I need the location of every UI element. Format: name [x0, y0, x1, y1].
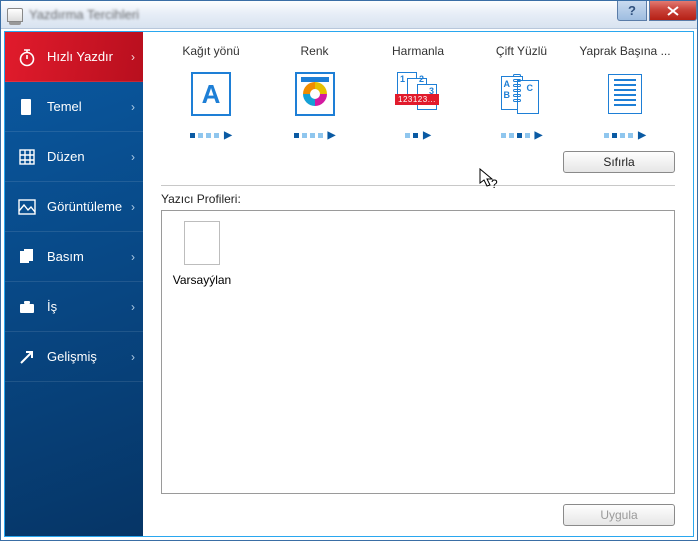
- option-pages-per-sheet[interactable]: Yaprak Başına ... ▶: [577, 44, 673, 141]
- titlebar[interactable]: Yazdırma Tercihleri ?: [1, 1, 697, 29]
- chevron-right-icon: ›: [131, 150, 135, 164]
- profile-item-default[interactable]: Varsayýlan: [172, 221, 232, 287]
- sidebar-item-basic[interactable]: Temel ›: [5, 82, 143, 132]
- reset-button[interactable]: Sıfırla: [563, 151, 675, 173]
- sidebar-item-advanced[interactable]: Gelişmiş ›: [5, 332, 143, 382]
- image-icon: [17, 197, 37, 217]
- sidebar-item-imaging[interactable]: Görüntüleme ›: [5, 182, 143, 232]
- orientation-icon: A: [163, 68, 259, 120]
- option-indicator: ▶: [474, 130, 570, 141]
- option-label: Renk: [267, 44, 363, 58]
- duplex-icon: A B C: [474, 68, 570, 120]
- sidebar: Hızlı Yazdır › Temel › Düzen ›: [5, 32, 143, 536]
- divider: [161, 185, 675, 186]
- option-indicator: ▶: [577, 130, 673, 141]
- help-button[interactable]: ?: [617, 1, 647, 21]
- collate-icon: 123 123123...: [370, 68, 466, 120]
- quick-print-panel: Kağıt yönü A ▶ Renk ▶ Harmanla: [143, 32, 693, 536]
- sidebar-item-publishing[interactable]: Basım ›: [5, 232, 143, 282]
- pages-icon: [17, 247, 37, 267]
- dialog-body: Hızlı Yazdır › Temel › Düzen ›: [4, 31, 694, 537]
- nup-icon: [577, 68, 673, 120]
- sidebar-item-label: İş: [47, 299, 131, 314]
- sidebar-item-label: Hızlı Yazdır: [47, 49, 131, 64]
- document-icon: [17, 97, 37, 117]
- profiles-label: Yazıcı Profileri:: [161, 192, 675, 206]
- color-icon: [267, 68, 363, 120]
- printer-preferences-window: Yazdırma Tercihleri ? Hızlı Yazdır › Tem…: [0, 0, 698, 541]
- printer-icon: [7, 8, 23, 22]
- option-indicator: ▶: [370, 130, 466, 141]
- option-label: Harmanla: [370, 44, 466, 58]
- grid-icon: [17, 147, 37, 167]
- sidebar-item-quick-print[interactable]: Hızlı Yazdır ›: [5, 32, 143, 82]
- sidebar-item-label: Düzen: [47, 149, 131, 164]
- option-paper-orientation[interactable]: Kağıt yönü A ▶: [163, 44, 259, 141]
- chevron-right-icon: ›: [131, 300, 135, 314]
- close-button[interactable]: [649, 1, 697, 21]
- option-collate[interactable]: Harmanla 123 123123... ▶: [370, 44, 466, 141]
- arrow-up-right-icon: [17, 347, 37, 367]
- option-label: Yaprak Başına ...: [577, 44, 673, 58]
- sidebar-item-layout[interactable]: Düzen ›: [5, 132, 143, 182]
- sidebar-item-label: Gelişmiş: [47, 349, 131, 364]
- option-indicator: ▶: [267, 130, 363, 141]
- quick-options-row: Kağıt yönü A ▶ Renk ▶ Harmanla: [161, 44, 675, 141]
- sidebar-item-label: Basım: [47, 249, 131, 264]
- window-title: Yazdırma Tercihleri: [29, 7, 139, 22]
- profiles-list[interactable]: Varsayýlan: [161, 210, 675, 494]
- option-indicator: ▶: [163, 130, 259, 141]
- profile-thumbnail: [184, 221, 220, 265]
- profile-name: Varsayýlan: [172, 273, 232, 287]
- chevron-right-icon: ›: [131, 200, 135, 214]
- chevron-right-icon: ›: [131, 250, 135, 264]
- chevron-right-icon: ›: [131, 50, 135, 64]
- sidebar-item-label: Temel: [47, 99, 131, 114]
- briefcase-icon: [17, 297, 37, 317]
- option-color[interactable]: Renk ▶: [267, 44, 363, 141]
- apply-button[interactable]: Uygula: [563, 504, 675, 526]
- sidebar-item-job[interactable]: İş ›: [5, 282, 143, 332]
- stopwatch-icon: [17, 47, 37, 67]
- option-duplex[interactable]: Çift Yüzlü A B C ▶: [474, 44, 570, 141]
- chevron-right-icon: ›: [131, 350, 135, 364]
- chevron-right-icon: ›: [131, 100, 135, 114]
- option-label: Çift Yüzlü: [474, 44, 570, 58]
- sidebar-item-label: Görüntüleme: [47, 199, 131, 214]
- option-label: Kağıt yönü: [163, 44, 259, 58]
- svg-text:?: ?: [491, 177, 498, 190]
